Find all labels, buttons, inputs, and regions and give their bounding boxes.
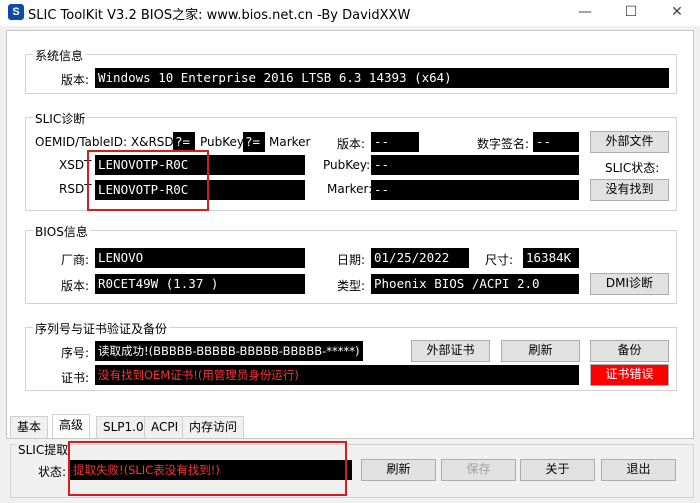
dmi-diagnose-button[interactable]: DMI诊断 [590,273,669,295]
vendor-label: 厂商: [61,253,90,267]
tab-memory-access[interactable]: 内存访问 [182,416,245,438]
extract-status-label: 状态: [38,465,67,479]
system-info-legend: 系统信息 [33,47,86,64]
oemid-compare-indicator: ?= [173,132,195,152]
marker-label: Marker [269,135,311,149]
app-logo-icon: S [8,4,24,20]
type-value: Phoenix BIOS /ACPI 2.0 [371,274,579,294]
serial-label: 序号: [61,346,90,360]
bios-info-legend: BIOS信息 [33,223,90,240]
close-button[interactable]: ✕ [654,0,700,26]
oemid-label: OEMID/TableID: X&RSDT [35,135,181,149]
os-version-value: Windows 10 Enterprise 2016 LTSB 6.3 1439… [95,68,669,88]
external-file-button[interactable]: 外部文件 [590,131,669,153]
digital-signature-label: 数字签名: [477,137,530,151]
slic-status-button[interactable]: 没有找到 [590,179,669,201]
slic-version-value: -- [371,132,419,152]
os-version-label: 版本: [61,73,90,87]
tab-slp10[interactable]: SLP1.0 [96,416,151,438]
date-label: 日期: [337,253,366,267]
pubkey-compare-indicator: ?= [243,132,265,152]
tab-acpi[interactable]: ACPI [144,416,186,438]
serial-cert-legend: 序列号与证书验证及备份 [33,320,170,337]
slic-version-label: 版本: [337,137,366,151]
highlight-box-xsdt-rsdt [87,150,209,211]
slic-diagnosis-legend: SLIC诊断 [33,110,88,127]
window-title: SLIC ToolKit V3.2 BIOS之家: www.bios.net.c… [28,8,411,23]
tab-basic[interactable]: 基本 [10,416,49,438]
cert-error-button[interactable]: 证书错误 [590,364,669,386]
digital-signature-value: -- [533,132,579,152]
slic-extract-legend: SLIC提取 [16,441,71,458]
bios-version-label: 版本: [61,279,90,293]
marker-value-label: Marker: [327,182,373,196]
vendor-value: LENOVO [95,248,305,268]
extract-refresh-button[interactable]: 刷新 [361,459,436,481]
marker-value: -- [371,180,579,200]
date-value: 01/25/2022 [371,248,469,268]
bios-version-value: R0CET49W (1.37 ) [95,274,305,294]
serial-value: 读取成功!(BBBBB-BBBBB-BBBBB-BBBBB-*****) [95,341,363,361]
backup-button[interactable]: 备份 [590,340,669,362]
tab-page-advanced: 系统信息 版本: Windows 10 Enterprise 2016 LTSB… [6,30,694,439]
type-label: 类型: [337,279,366,293]
slic-status-label: SLIC状态: [605,161,660,175]
external-cert-button[interactable]: 外部证书 [411,340,490,362]
pubkey-value: -- [371,155,579,175]
highlight-box-extract-status [68,441,347,496]
title-bar: S SLIC ToolKit V3.2 BIOS之家: www.bios.net… [0,0,700,26]
refresh-cert-button[interactable]: 刷新 [501,340,580,362]
about-button[interactable]: 关于 [520,459,595,481]
exit-button[interactable]: 退出 [601,459,676,481]
minimize-button[interactable]: — [562,0,608,26]
size-label: 尺寸: [485,253,514,267]
pubkey-label: PubKey [200,135,245,149]
size-value: 16384K [523,248,579,268]
pubkey-value-label: PubKey: [323,158,371,172]
cert-status-value: 没有找到OEM证书!(用管理员身份运行) [95,365,579,385]
maximize-button[interactable]: ☐ [608,0,654,26]
save-button[interactable]: 保存 [441,459,516,481]
cert-label: 证书: [61,371,90,385]
tab-advanced[interactable]: 高级 [52,414,91,438]
